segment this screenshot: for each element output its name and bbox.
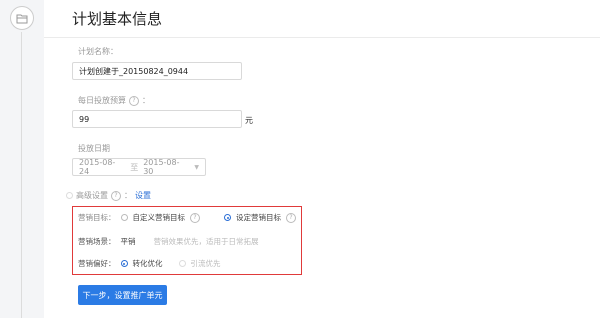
next-step-button[interactable]: 下一步，设置推广单元 — [78, 285, 167, 305]
help-icon[interactable]: ? — [111, 190, 121, 201]
plan-name-input[interactable]: 计划创建于_20150824_0944 — [72, 62, 242, 80]
daily-budget-label: 每日投放预算 ? ： — [78, 95, 150, 106]
page-title: 计划基本信息 — [44, 0, 600, 38]
settings-link[interactable]: 设置 — [135, 190, 151, 201]
radio-custom-goal[interactable] — [120, 214, 128, 221]
timeline-line — [21, 32, 22, 318]
advanced-settings-row: 高级设置 ? ： 设置 — [66, 190, 151, 201]
radio-traffic-priority[interactable] — [178, 260, 186, 267]
radio-preset-goal[interactable] — [224, 214, 231, 221]
plan-form-card: 计划基本信息 计划名称： 计划创建于_20150824_0944 每日投放预算 … — [44, 0, 600, 318]
help-icon[interactable]: ? — [190, 212, 200, 223]
scene-description: 营销效果优先，适用于日常拓展 — [153, 237, 259, 246]
folder-icon[interactable] — [10, 6, 34, 30]
marketing-goal-row: 营销目标： 自定义营销目标 ? 设定营销目标 ? — [78, 212, 296, 223]
budget-unit: 元 — [245, 116, 253, 125]
left-rail — [0, 0, 44, 318]
chevron-down-icon: ▼ — [194, 163, 199, 171]
delivery-date-label: 投放日期 — [78, 144, 110, 153]
collapse-indicator-icon — [66, 192, 73, 199]
scene-value: 平销 — [120, 237, 136, 246]
help-icon[interactable]: ? — [129, 95, 139, 106]
help-icon[interactable]: ? — [286, 212, 296, 223]
marketing-preference-row: 营销偏好： 转化优化 引流优先 — [78, 259, 221, 268]
plan-name-label: 计划名称： — [78, 47, 118, 56]
radio-conversion-optimize[interactable] — [120, 260, 128, 267]
daily-budget-input[interactable]: 99 — [72, 110, 242, 128]
date-range-picker[interactable]: 2015-08-24 至 2015-08-30 ▼ — [72, 158, 206, 176]
marketing-scene-row: 营销场景： 平销 营销效果优先，适用于日常拓展 — [78, 237, 259, 246]
